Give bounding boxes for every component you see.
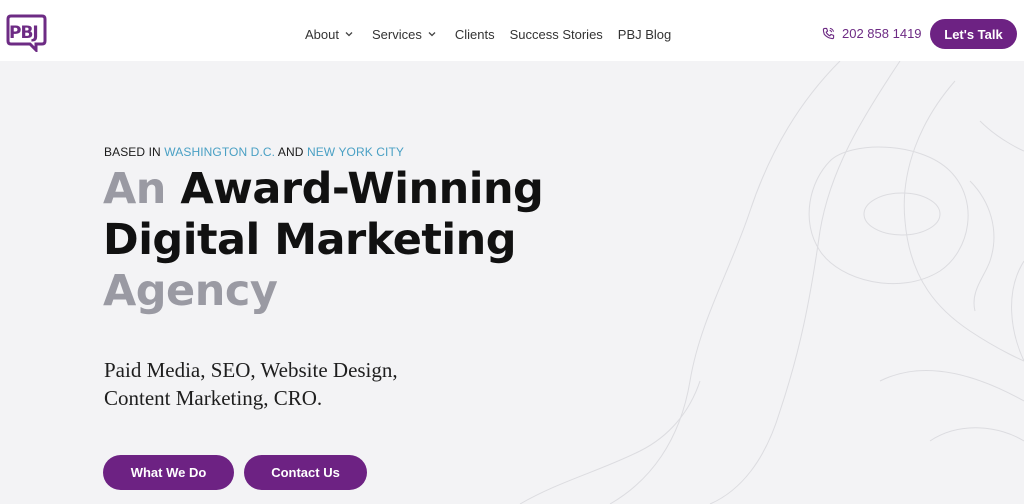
- headline-line-2: Digital Marketing: [103, 215, 517, 265]
- nav-item-label: Services: [371, 26, 422, 42]
- hero-subtitle: Paid Media, SEO, Website Design, Content…: [104, 356, 398, 412]
- headline-line-1: An Award-Winning: [103, 164, 544, 215]
- eyebrow-city-dc[interactable]: WASHINGTON D.C.: [164, 145, 275, 159]
- nav-item-label: Success Stories: [509, 26, 603, 42]
- nav-item-pbj-blog[interactable]: PBJ Blog: [618, 27, 671, 42]
- logo-text: PBJ: [9, 23, 39, 43]
- contact-us-button[interactable]: Contact Us: [244, 455, 367, 490]
- nav-item-success-stories[interactable]: Success Stories: [510, 27, 603, 42]
- nav-item-label: PBJ Blog: [617, 26, 672, 42]
- topographic-lines-decoration: [519, 61, 1024, 504]
- headline-line-3: Agency: [103, 266, 278, 316]
- nav-item-label: Clients: [454, 26, 495, 42]
- headline-award: Award-Winning: [180, 164, 544, 214]
- pbj-logo[interactable]: PBJ: [5, 14, 47, 54]
- chevron-down-icon: [345, 32, 353, 37]
- phone-link[interactable]: 202 858 1419: [822, 26, 922, 41]
- chevron-down-icon: [428, 32, 436, 37]
- hero-eyebrow: BASED IN WASHINGTON D.C. AND NEW YORK CI…: [104, 145, 404, 159]
- headline-an: An: [103, 164, 166, 214]
- phone-icon: [822, 27, 835, 40]
- lets-talk-button[interactable]: Let's Talk: [930, 19, 1017, 49]
- nav-item-label: About: [305, 26, 339, 42]
- eyebrow-prefix: BASED IN: [104, 145, 165, 159]
- nav-item-clients[interactable]: Clients: [455, 27, 495, 42]
- site-header: PBJ About Services Clients Success Stori…: [0, 0, 1024, 61]
- eyebrow-city-nyc[interactable]: NEW YORK CITY: [307, 145, 404, 159]
- subtitle-line-1: Paid Media, SEO, Website Design,: [104, 358, 398, 382]
- phone-number: 202 858 1419: [842, 26, 922, 41]
- nav-item-services[interactable]: Services: [372, 27, 436, 42]
- what-we-do-button[interactable]: What We Do: [103, 455, 234, 490]
- main-nav: About Services Clients Success Stories P…: [305, 26, 671, 42]
- nav-item-about[interactable]: About: [305, 27, 353, 42]
- subtitle-line-2: Content Marketing, CRO.: [104, 386, 323, 410]
- eyebrow-mid: AND: [275, 145, 307, 159]
- hero-headline: An Award-Winning Digital Marketing Agenc…: [103, 164, 544, 317]
